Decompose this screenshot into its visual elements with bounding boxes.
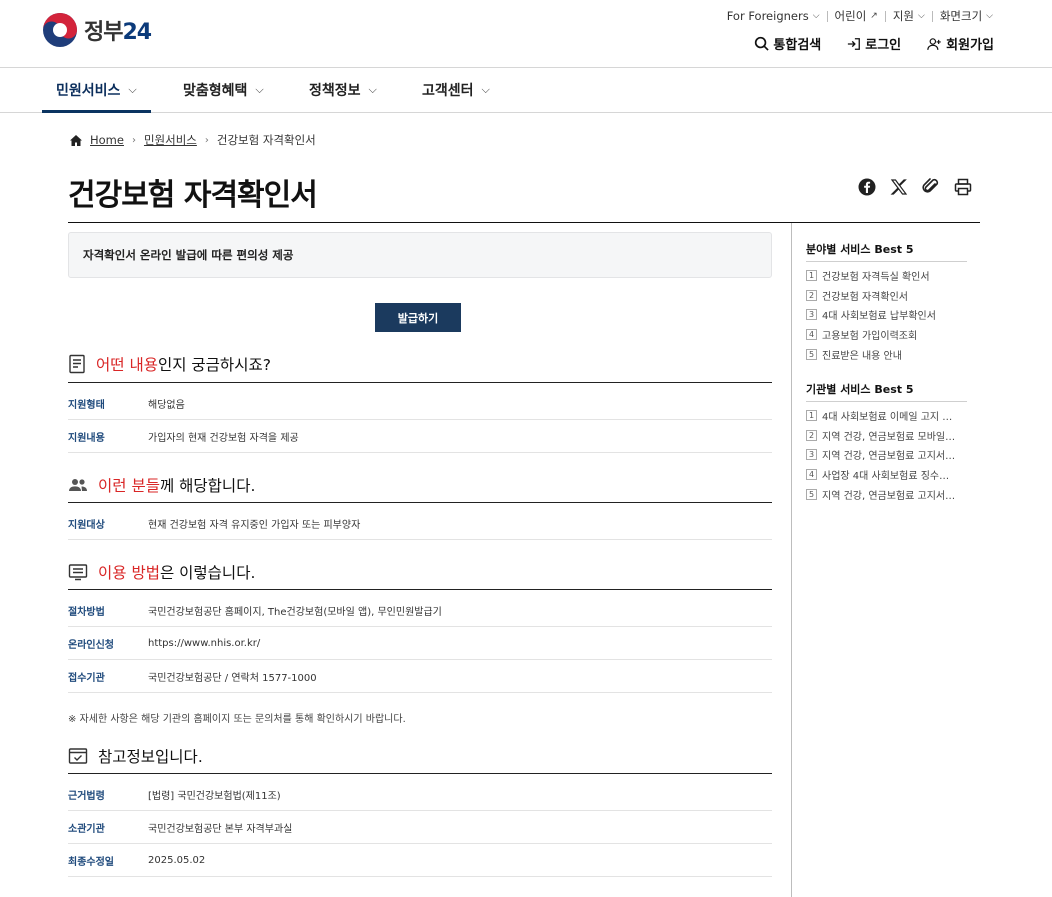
info-row-agency: 접수기관 국민건강보험공단 / 연락처 1577-1000	[68, 660, 772, 693]
facebook-icon[interactable]	[858, 178, 876, 196]
info-row-support-content: 지원내용 가입자의 현재 건강보험 자격을 제공	[68, 420, 772, 453]
section-divider	[68, 382, 772, 383]
info-row-online: 온라인신청 https://www.nhis.or.kr/	[68, 627, 772, 660]
chevron-down-icon: ⌵	[812, 11, 820, 21]
list-item[interactable]: 3 4대 사회보험료 납부확인서	[806, 305, 956, 325]
section-reference-heading: 참고정보입니다.	[68, 745, 203, 767]
list-item[interactable]: 4 고용보험 가입이력조회	[806, 325, 956, 345]
users-icon	[69, 479, 87, 491]
chevron-right-icon: ›	[204, 134, 209, 146]
breadcrumb-section[interactable]: 민원서비스	[144, 132, 197, 148]
check-box-icon	[68, 748, 88, 764]
page-title: 건강보험 자격확인서	[68, 178, 318, 213]
service-summary: 자격확인서 온라인 발급에 따른 편의성 제공	[68, 232, 772, 278]
utility-menu: For Foreigners ⌵ 어린이 ↗ 지원 ⌵ 화면크기 ⌵	[720, 8, 1000, 24]
chevron-down-icon: ⌵	[255, 83, 264, 96]
section-who-heading: 이런 분들께 해당합니다.	[68, 474, 255, 496]
section-how-heading: 이용 방법은 이렇습니다.	[68, 561, 255, 583]
chevron-right-icon: ›	[131, 134, 136, 146]
chevron-down-icon: ⌵	[368, 83, 377, 96]
list-item[interactable]: 2 건강보험 자격확인서	[806, 286, 956, 306]
info-row-department: 소관기관 국민건강보험공단 본부 자격부과실	[68, 811, 772, 844]
online-apply-link[interactable]: https://www.nhis.or.kr/	[148, 638, 260, 649]
for-foreigners-menu[interactable]: For Foreigners ⌵	[720, 9, 827, 23]
section-divider	[68, 502, 772, 503]
login-icon	[848, 37, 861, 50]
print-icon[interactable]	[954, 178, 972, 196]
taegeuk-logo-icon	[43, 13, 77, 47]
chevron-down-icon: ⌵	[128, 83, 137, 96]
list-item[interactable]: 1 4대 사회보험료 이메일 고지 서비스	[806, 406, 956, 426]
header-actions: 통합검색 로그인 회원가입	[754, 34, 994, 53]
list-item[interactable]: 1 건강보험 자격득실 확인서	[806, 266, 956, 286]
document-icon	[69, 354, 85, 374]
notice-text: ※ 자세한 사항은 해당 기관의 홈페이지 또는 문의처를 통해 확인하시기 바…	[68, 714, 406, 725]
chevron-down-icon: ⌵	[986, 11, 993, 21]
chevron-down-icon: ⌵	[918, 11, 925, 21]
gov24-logo[interactable]: 정부24	[42, 12, 152, 48]
info-row-procedure: 절차방법 국민건강보험공단 홈페이지, The건강보험(모바일 앱), 무인민원발…	[68, 594, 772, 627]
section-divider	[68, 773, 772, 774]
list-item[interactable]: 3 지역 건강, 연금보험료 고지서 송달	[806, 445, 956, 465]
unified-search-button[interactable]: 통합검색	[754, 34, 821, 53]
nav-policy-info[interactable]: 정책정보 ⌵	[309, 68, 377, 112]
global-nav: 민원서비스 ⌵ 맞춤형혜택 ⌵ 정책정보 ⌵ 고객센터 ⌵	[0, 68, 1052, 113]
nav-customer-center[interactable]: 고객센터 ⌵	[422, 68, 490, 112]
list-item[interactable]: 2 지역 건강, 연금보험료 모바일 고지	[806, 426, 956, 446]
info-row-updated: 최종수정일 2025.05.02	[68, 844, 772, 877]
monitor-list-icon	[68, 564, 88, 581]
support-menu[interactable]: 지원 ⌵	[886, 8, 932, 24]
section-what-heading: 어떤 내용인지 궁금하시죠?	[68, 353, 271, 375]
share-tools	[858, 178, 972, 196]
signup-button[interactable]: 회원가입	[927, 34, 994, 53]
kids-link[interactable]: 어린이 ↗	[828, 8, 885, 24]
nav-custom-benefits[interactable]: 맞춤형혜택 ⌵	[183, 68, 264, 112]
breadcrumb-current: 건강보험 자격확인서	[216, 133, 316, 147]
search-icon	[755, 36, 770, 51]
breadcrumb: Home › 민원서비스 › 건강보험 자격확인서	[70, 132, 316, 148]
sidebar-divider	[791, 223, 792, 897]
best-org-title: 기관별 서비스 Best 5	[806, 383, 914, 396]
add-user-icon	[927, 37, 941, 50]
link-copy-icon[interactable]	[922, 178, 940, 196]
best-field-title: 분야별 서비스 Best 5	[806, 243, 914, 256]
info-row-support-type: 지원형태 해당없음	[68, 387, 772, 420]
list-item[interactable]: 5 진료받은 내용 안내	[806, 344, 956, 364]
info-row-law: 근거법령 [법령] 국민건강보험법(제11조)	[68, 778, 772, 811]
nav-civil-service[interactable]: 민원서비스 ⌵	[42, 68, 151, 113]
home-icon	[70, 134, 82, 146]
section-divider	[68, 589, 772, 590]
title-divider	[68, 222, 980, 223]
login-button[interactable]: 로그인	[847, 34, 901, 53]
issue-button[interactable]: 발급하기	[375, 303, 461, 332]
external-link-icon: ↗	[870, 11, 878, 21]
x-twitter-icon[interactable]	[890, 178, 908, 196]
sidebar-divider	[806, 261, 967, 262]
info-row-target: 지원대상 현재 건강보험 자격 유지중인 가입자 또는 피부양자	[68, 507, 772, 540]
screen-size-menu[interactable]: 화면크기 ⌵	[933, 8, 1000, 24]
chevron-down-icon: ⌵	[481, 83, 490, 96]
logo-text: 정부24	[84, 20, 152, 45]
site-header: 정부24 For Foreigners ⌵ 어린이 ↗ 지원 ⌵ 화면크기 ⌵ 통합검색…	[0, 0, 1052, 68]
list-item[interactable]: 4 사업장 4대 사회보험료 징수포털	[806, 465, 956, 485]
sidebar-divider	[806, 401, 967, 402]
best-org-list: 1 4대 사회보험료 이메일 고지 서비스 2 지역 건강, 연금보험료 모바일 고…	[806, 406, 956, 504]
breadcrumb-home[interactable]: Home	[90, 133, 124, 147]
best-field-list: 1 건강보험 자격득실 확인서 2 건강보험 자격확인서 3 4대 사회보험료 납부확…	[806, 266, 956, 364]
list-item[interactable]: 5지역 건강, 연금보험료 고지서 재발급	[806, 484, 956, 504]
